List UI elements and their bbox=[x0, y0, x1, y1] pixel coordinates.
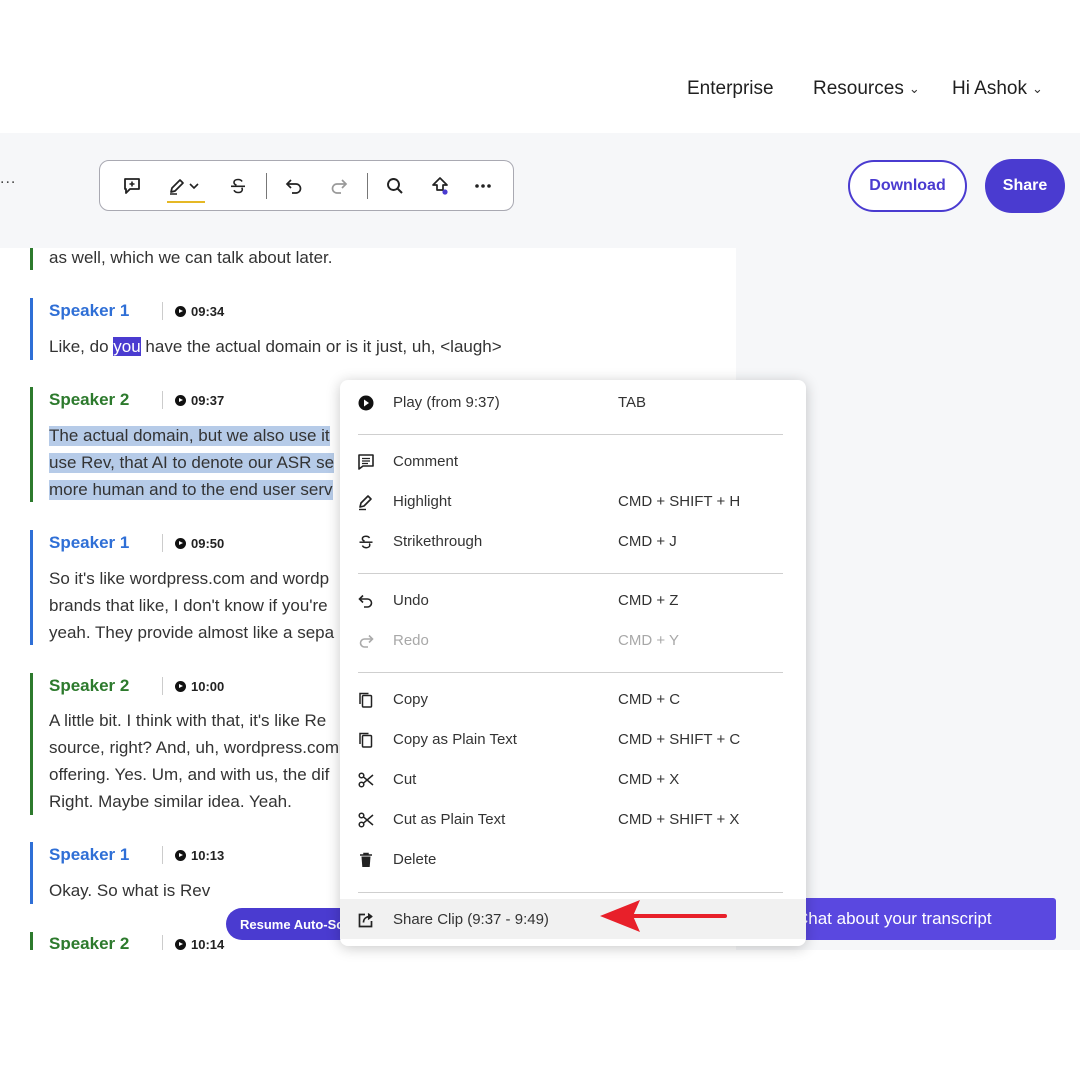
timestamp[interactable]: 09:50 bbox=[162, 534, 224, 552]
transcript-line-selected[interactable]: more human and to the end user serv bbox=[49, 480, 333, 500]
transcript-line[interactable]: Okay. So what is Rev bbox=[49, 881, 210, 901]
timestamp[interactable]: 10:13 bbox=[162, 846, 224, 864]
speaker-label[interactable]: Speaker 2 bbox=[49, 390, 129, 410]
scissors-icon bbox=[356, 810, 376, 830]
transcript-block bbox=[30, 248, 49, 270]
more-menu-icon[interactable]: ... bbox=[0, 170, 16, 188]
transcript-line-selected[interactable]: use Rev, that AI to denote our ASR se bbox=[49, 453, 335, 473]
chevron-down-icon: ⌄ bbox=[1031, 81, 1043, 96]
timestamp[interactable]: 09:37 bbox=[162, 391, 224, 409]
transcript-line[interactable]: So it's like wordpress.com and wordp bbox=[49, 569, 329, 589]
add-comment-icon[interactable] bbox=[119, 173, 145, 199]
nav-user-menu[interactable]: Hi Ashok ⌄ bbox=[952, 78, 1043, 100]
transcript-line-selected[interactable]: The actual domain, but we also use it bbox=[49, 426, 330, 446]
more-icon[interactable] bbox=[470, 173, 496, 199]
scissors-icon bbox=[356, 770, 376, 790]
menu-item-delete[interactable]: Delete bbox=[340, 839, 806, 879]
menu-item-redo[interactable]: Redo CMD + Y bbox=[340, 620, 806, 660]
transcript-line[interactable]: A little bit. I think with that, it's li… bbox=[49, 711, 326, 731]
highlighted-word[interactable]: you bbox=[113, 337, 141, 356]
speaker-label[interactable]: Speaker 1 bbox=[49, 533, 129, 553]
play-icon bbox=[175, 394, 186, 406]
transcript-line[interactable]: Like, do you have the actual domain or i… bbox=[49, 337, 502, 357]
timestamp[interactable]: 10:00 bbox=[162, 677, 224, 695]
search-icon[interactable] bbox=[382, 173, 408, 199]
speaker-label[interactable]: Speaker 1 bbox=[49, 301, 129, 321]
play-icon bbox=[175, 849, 186, 861]
menu-item-cut[interactable]: Cut CMD + X bbox=[340, 759, 806, 799]
toolbar-divider bbox=[266, 173, 267, 199]
speaker-label[interactable]: Speaker 1 bbox=[49, 845, 129, 865]
menu-item-strikethrough[interactable]: Strikethrough CMD + J bbox=[340, 521, 806, 561]
menu-item-comment[interactable]: Comment bbox=[340, 441, 806, 481]
transcript-line[interactable]: as well, which we can talk about later. bbox=[49, 248, 332, 268]
download-button[interactable]: Download bbox=[848, 160, 967, 212]
editor-toolbar bbox=[99, 160, 514, 211]
transcript-block bbox=[30, 387, 49, 502]
play-icon bbox=[175, 537, 186, 549]
speaker-label[interactable]: Speaker 2 bbox=[49, 934, 129, 950]
highlight-color-bar bbox=[167, 201, 205, 203]
chevron-down-icon: ⌄ bbox=[908, 81, 920, 96]
share-icon bbox=[356, 910, 376, 930]
undo-icon[interactable] bbox=[281, 173, 307, 199]
nav-resources[interactable]: Resources ⌄ bbox=[813, 78, 920, 100]
toolbar-divider bbox=[367, 173, 368, 199]
nav-enterprise[interactable]: Enterprise bbox=[687, 78, 774, 100]
transcript-block bbox=[30, 932, 49, 950]
timestamp[interactable]: 10:14 bbox=[162, 935, 224, 950]
menu-item-highlight[interactable]: Highlight CMD + SHIFT + H bbox=[340, 481, 806, 521]
undo-icon bbox=[356, 591, 376, 611]
play-icon bbox=[175, 938, 186, 950]
timestamp[interactable]: 09:34 bbox=[162, 302, 224, 320]
transcript-line[interactable]: brands that like, I don't know if you're bbox=[49, 596, 328, 616]
menu-item-share-clip[interactable]: Share Clip (9:37 - 9:49) bbox=[340, 899, 806, 939]
annotation-arrow-icon bbox=[596, 897, 728, 937]
transcript-block bbox=[30, 298, 49, 360]
chevron-down-icon[interactable] bbox=[186, 173, 202, 199]
copy-icon bbox=[356, 690, 376, 710]
menu-item-copy-plain[interactable]: Copy as Plain Text CMD + SHIFT + C bbox=[340, 719, 806, 759]
upload-icon[interactable] bbox=[427, 173, 453, 199]
transcript-block bbox=[30, 673, 49, 815]
play-circle-icon bbox=[356, 393, 376, 413]
transcript-line[interactable]: source, right? And, uh, wordpress.com bbox=[49, 738, 339, 758]
strikethrough-icon bbox=[356, 532, 376, 552]
play-icon bbox=[175, 680, 186, 692]
transcript-line[interactable]: Right. Maybe similar idea. Yeah. bbox=[49, 792, 292, 812]
top-nav: Enterprise Resources ⌄ Hi Ashok ⌄ bbox=[0, 0, 1080, 133]
menu-divider bbox=[358, 573, 783, 574]
strikethrough-icon[interactable] bbox=[225, 173, 251, 199]
trash-icon bbox=[356, 850, 376, 870]
transcript-block bbox=[30, 530, 49, 645]
comment-icon bbox=[356, 452, 376, 472]
menu-item-play[interactable]: Play (from 9:37) TAB bbox=[340, 382, 806, 422]
menu-divider bbox=[358, 892, 783, 893]
menu-item-cut-plain[interactable]: Cut as Plain Text CMD + SHIFT + X bbox=[340, 799, 806, 839]
highlight-icon bbox=[356, 492, 376, 512]
context-menu: Play (from 9:37) TAB Comment Highlight C… bbox=[340, 380, 806, 946]
menu-divider bbox=[358, 434, 783, 435]
redo-icon[interactable] bbox=[326, 173, 352, 199]
transcript-line[interactable]: offering. Yes. Um, and with us, the dif bbox=[49, 765, 329, 785]
transcript-line[interactable]: yeah. They provide almost like a sepa bbox=[49, 623, 334, 643]
menu-item-undo[interactable]: Undo CMD + Z bbox=[340, 580, 806, 620]
menu-divider bbox=[358, 672, 783, 673]
play-icon bbox=[175, 305, 186, 317]
copy-icon bbox=[356, 730, 376, 750]
redo-icon bbox=[356, 631, 376, 651]
speaker-label[interactable]: Speaker 2 bbox=[49, 676, 129, 696]
share-button[interactable]: Share bbox=[985, 159, 1065, 213]
transcript-block bbox=[30, 842, 49, 904]
menu-item-copy[interactable]: Copy CMD + C bbox=[340, 679, 806, 719]
